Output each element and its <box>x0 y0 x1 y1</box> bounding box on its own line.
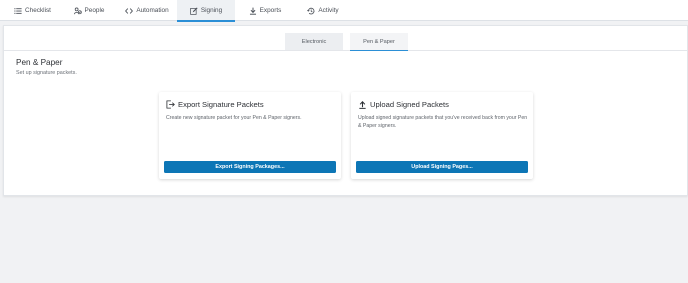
card-header: Export Signature Packets <box>166 100 264 109</box>
subtab-pen-and-paper-label: Pen & Paper <box>363 38 395 45</box>
tab-automation[interactable]: Automation <box>119 0 175 21</box>
tab-signing-label: Signing <box>200 7 223 14</box>
tab-exports-label: Exports <box>259 7 282 14</box>
subtab-electronic-label: Electronic <box>301 38 327 45</box>
page-subtitle: Set up signature packets. <box>16 70 77 76</box>
export-signing-packages-button[interactable]: Export Signing Packages... <box>164 161 336 173</box>
signing-panel: Electronic Pen & Paper Pen & Paper Set u… <box>3 25 688 196</box>
card-description: Create new signature packet for your Pen… <box>166 115 302 121</box>
subtab-pen-and-paper[interactable]: Pen & Paper <box>350 33 408 51</box>
upload-icon <box>358 100 367 109</box>
code-icon <box>125 7 134 15</box>
card-header: Upload Signed Packets <box>358 100 449 109</box>
card-description: Upload signed signature packets that you… <box>358 115 528 129</box>
export-signature-packets-card: Export Signature Packets Create new sign… <box>159 92 341 179</box>
tab-activity[interactable]: Activity <box>302 0 344 21</box>
tab-activity-label: Activity <box>318 7 339 14</box>
download-icon <box>249 7 257 15</box>
upload-signed-packets-card: Upload Signed Packets Upload signed sign… <box>351 92 533 179</box>
signing-method-tabs: Electronic Pen & Paper <box>4 33 687 51</box>
tab-automation-label: Automation <box>136 7 169 14</box>
history-icon <box>307 7 315 15</box>
people-icon <box>73 7 82 15</box>
tab-signing[interactable]: Signing <box>177 0 235 22</box>
tab-exports[interactable]: Exports <box>244 0 286 21</box>
upload-signing-pages-button[interactable]: Upload Signing Pages... <box>356 161 528 173</box>
tab-checklist[interactable]: Checklist <box>5 0 60 21</box>
card-title: Upload Signed Packets <box>370 100 449 109</box>
list-icon <box>14 7 22 15</box>
export-icon <box>166 100 175 109</box>
tab-people-label: People <box>84 7 105 14</box>
top-navigation: Checklist People Automation Signing Expo… <box>0 0 688 22</box>
subtab-electronic[interactable]: Electronic <box>285 33 343 50</box>
page-title: Pen & Paper <box>16 58 63 67</box>
card-title: Export Signature Packets <box>178 100 264 109</box>
tab-people[interactable]: People <box>64 0 114 21</box>
edit-signature-icon <box>190 6 198 15</box>
tab-checklist-label: Checklist <box>25 7 51 14</box>
